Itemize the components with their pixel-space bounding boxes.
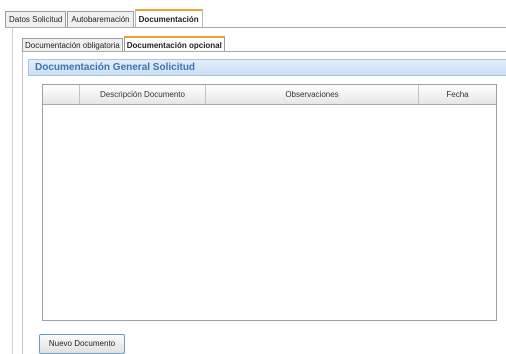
section-title: Documentación General Solicitud <box>28 59 506 76</box>
grid-body <box>43 105 496 320</box>
column-header-observaciones[interactable]: Observaciones <box>206 85 419 104</box>
tab-documentacion[interactable]: Documentación <box>134 9 203 28</box>
column-header-select[interactable] <box>43 85 80 104</box>
tab-documentacion-opcional[interactable]: Documentación opcional <box>123 36 225 52</box>
tab-datos-solicitud[interactable]: Datos Solicitud <box>5 11 67 28</box>
main-tab-bar: Datos Solicitud Autobaremación Documenta… <box>5 9 506 28</box>
tab-autobaremacion[interactable]: Autobaremación <box>67 11 134 28</box>
documentation-page: Datos Solicitud Autobaremación Documenta… <box>0 0 506 354</box>
new-document-button[interactable]: Nuevo Documento <box>39 334 125 354</box>
grid-header: Descripción Documento Observaciones Fech… <box>43 85 496 105</box>
documents-grid: Descripción Documento Observaciones Fech… <box>42 84 497 321</box>
tab-documentacion-obligatoria[interactable]: Documentación obligatoria <box>22 38 123 52</box>
column-header-descripcion[interactable]: Descripción Documento <box>80 85 206 104</box>
column-header-fecha[interactable]: Fecha <box>419 85 496 104</box>
sub-tab-bar: Documentación obligatoria Documentación … <box>22 36 506 52</box>
